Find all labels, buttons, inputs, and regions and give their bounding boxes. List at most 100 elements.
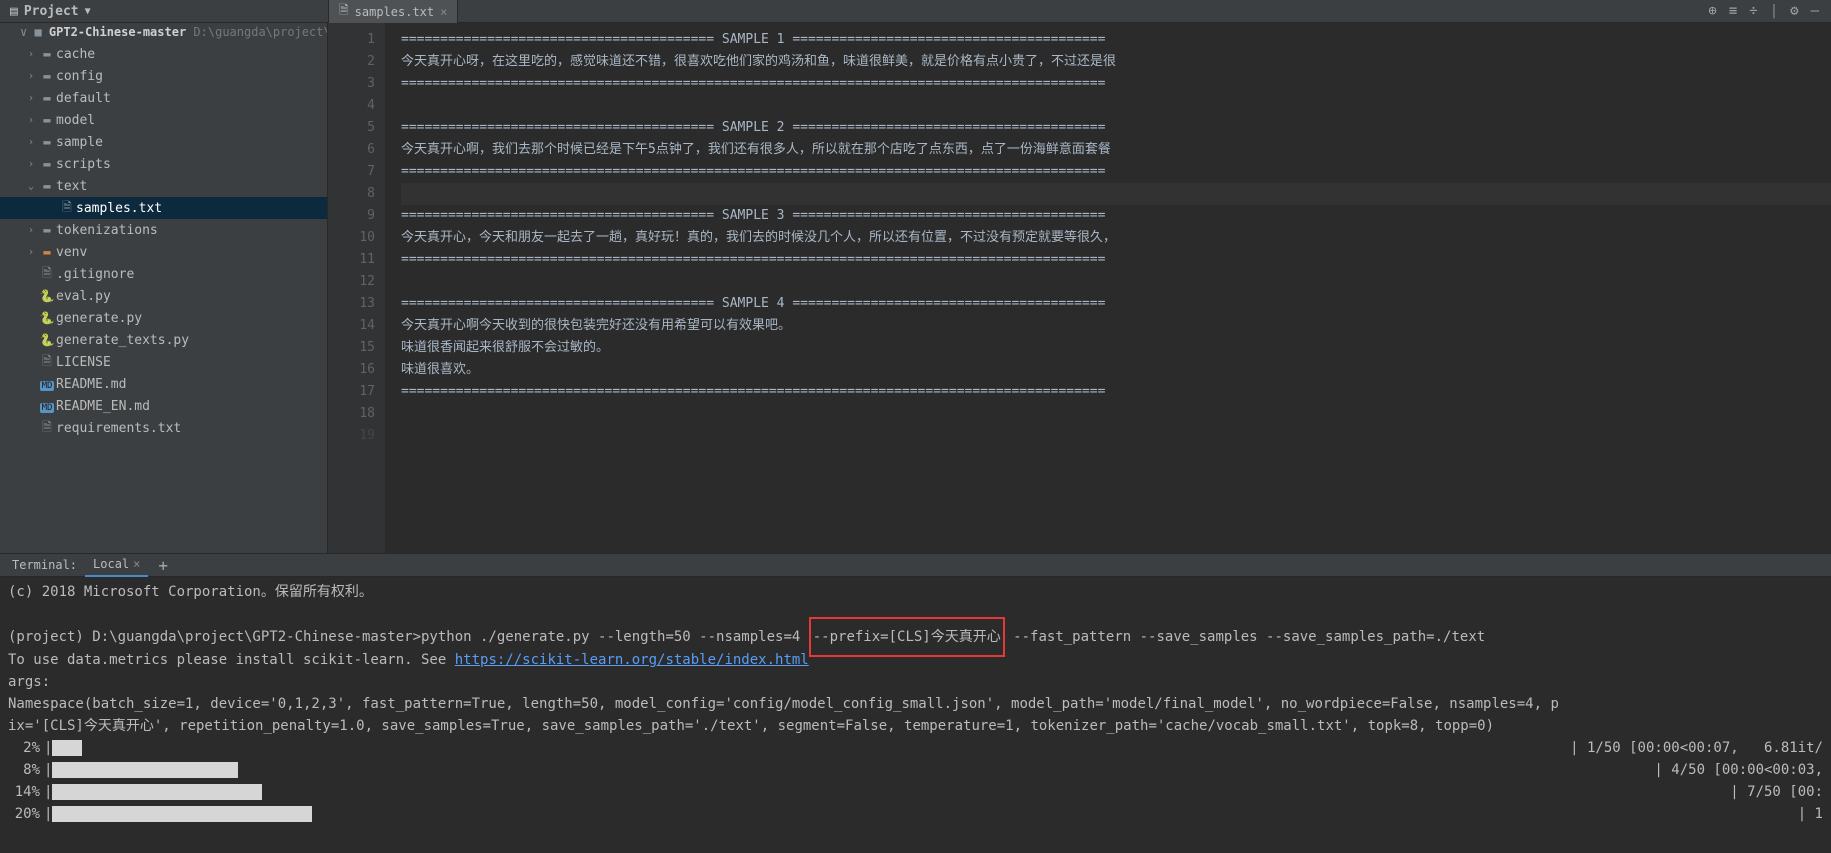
tree-item[interactable]: 🗎LICENSE (0, 351, 327, 373)
tree-item[interactable]: ›▬sample (0, 131, 327, 153)
markdown-file-icon: MD (38, 399, 56, 413)
tree-item[interactable]: 🗎requirements.txt (0, 417, 327, 439)
project-path: D:\guangda\project\G (193, 25, 328, 39)
file-icon: 🗎 (58, 198, 76, 219)
folder-icon: ▬ (38, 91, 56, 105)
tab-label: samples.txt (355, 5, 434, 19)
progress-line: 8%|| 4/50 [00:00<00:03, (8, 759, 1823, 781)
tree-item-label: .gitignore (56, 267, 134, 282)
code-line (401, 271, 1831, 293)
terminal-line: (project) D:\guangda\project\GPT2-Chines… (8, 625, 1823, 649)
tree-item[interactable]: MDREADME.md (0, 373, 327, 395)
tree-item-label: generate_texts.py (56, 333, 189, 348)
project-toolbar: ⊕ ≡ ÷ | ⚙ — (1708, 3, 1831, 19)
file-icon: 🗎 (38, 418, 56, 439)
tree-item-label: README.md (56, 377, 126, 392)
progress-right: | 1 (1798, 803, 1823, 825)
progress-line: 14%|| 7/50 [00: (8, 781, 1823, 803)
tree-item[interactable]: ›▬cache (0, 43, 327, 65)
progress-line: 20%|| 1 (8, 803, 1823, 825)
tree-arrow-icon: › (24, 247, 38, 258)
tree-item-label: samples.txt (76, 201, 162, 216)
tree-arrow-icon: › (24, 71, 38, 82)
tree-item-label: scripts (56, 157, 111, 172)
tree-item[interactable]: ›▬default (0, 87, 327, 109)
tree-item[interactable]: ›▬tokenizations (0, 219, 327, 241)
folder-icon: ▬ (38, 47, 56, 61)
project-tool-label[interactable]: ▤ Project ▼ (0, 4, 91, 19)
tree-item[interactable]: ›▬model (0, 109, 327, 131)
tree-item[interactable]: MDREADME_EN.md (0, 395, 327, 417)
markdown-file-icon: MD (38, 377, 56, 391)
tree-item[interactable]: ›▬config (0, 65, 327, 87)
expand-icon[interactable]: ≡ (1729, 3, 1737, 19)
code-line: ========================================… (401, 161, 1831, 183)
target-icon[interactable]: ⊕ (1708, 3, 1716, 19)
code-line: ========================================… (401, 29, 1831, 51)
terminal-line: (c) 2018 Microsoft Corporation。保留所有权利。 (8, 581, 1823, 603)
tree-item-label: sample (56, 135, 103, 150)
tree-item[interactable]: 🗎.gitignore (0, 263, 327, 285)
progress-right: | 7/50 [00: (1730, 781, 1823, 803)
editor-gutter: 12345678910111213141516171819 (329, 23, 385, 553)
python-file-icon: 🐍 (38, 333, 56, 347)
project-sidebar: ∨ ■ GPT2-Chinese-master D:\guangda\proje… (0, 23, 328, 553)
folder-icon: ■ (34, 25, 48, 39)
add-terminal-button[interactable]: + (148, 556, 178, 575)
chevron-down-icon: ▼ (85, 6, 91, 17)
file-icon: 🗎 (38, 352, 56, 373)
main-row: ∨ ■ GPT2-Chinese-master D:\guangda\proje… (0, 23, 1831, 553)
tree-item[interactable]: 🐍generate.py (0, 307, 327, 329)
breadcrumb[interactable]: ∨ ■ GPT2-Chinese-master D:\guangda\proje… (0, 23, 327, 41)
gear-icon[interactable]: ⚙ (1790, 3, 1798, 19)
code-line (401, 403, 1831, 425)
code-line: ========================================… (401, 117, 1831, 139)
minimize-icon[interactable]: — (1811, 3, 1819, 19)
terminal-tab-local[interactable]: Local × (85, 553, 148, 577)
terminal-tab-label: Local (93, 557, 129, 571)
highlighted-argument: --prefix=[CLS]今天真开心 (809, 617, 1005, 657)
tree-item-label: text (56, 179, 87, 194)
code-line: ========================================… (401, 205, 1831, 227)
terminal-label: Terminal: (4, 558, 85, 572)
project-name: GPT2-Chinese-master (49, 25, 186, 39)
editor-code[interactable]: ========================================… (385, 23, 1831, 553)
project-label-text: Project (24, 4, 79, 19)
code-line (401, 95, 1831, 117)
tree-arrow-icon: › (24, 159, 38, 170)
project-tree[interactable]: ›▬cache›▬config›▬default›▬model›▬sample›… (0, 41, 327, 439)
top-bar: ▤ Project ▼ ⊕ ≡ ÷ | ⚙ — 🗎 samples.txt × (0, 0, 1831, 23)
tree-item[interactable]: 🗎samples.txt (0, 197, 327, 219)
code-line: 今天真开心，今天和朋友一起去了一趟，真好玩！真的，我们去的时候没几个人，所以还有… (401, 227, 1831, 249)
tree-item[interactable]: ⌄▬text (0, 175, 327, 197)
folder-icon: ▬ (38, 245, 56, 259)
scikit-learn-link[interactable]: https://scikit-learn.org/stable/index.ht… (455, 652, 809, 668)
tree-item-label: tokenizations (56, 223, 158, 238)
folder-icon: ▬ (38, 157, 56, 171)
tree-item[interactable]: 🐍generate_texts.py (0, 329, 327, 351)
tree-item-label: model (56, 113, 95, 128)
file-icon: 🗎 (339, 1, 349, 22)
tree-item-label: generate.py (56, 311, 142, 326)
code-line: ========================================… (401, 293, 1831, 315)
terminal-line: args: (8, 671, 1823, 693)
tree-item[interactable]: ›▬venv (0, 241, 327, 263)
tree-item[interactable]: 🐍eval.py (0, 285, 327, 307)
code-line: 今天真开心啊今天收到的很快包装完好还没有用希望可以有效果吧。 (401, 315, 1831, 337)
collapse-icon[interactable]: ÷ (1749, 3, 1757, 19)
tree-item-label: README_EN.md (56, 399, 150, 414)
code-line: 味道很香闻起来很舒服不会过敏的。 (401, 337, 1831, 359)
close-icon[interactable]: × (440, 5, 447, 19)
terminal[interactable]: (c) 2018 Microsoft Corporation。保留所有权利。 (… (0, 577, 1831, 853)
progress-right: | 1/50 [00:00<00:07, 6.81it/ (1570, 737, 1823, 759)
tree-arrow-icon: › (24, 115, 38, 126)
file-icon: 🗎 (38, 264, 56, 285)
folder-icon: ▤ (10, 4, 18, 19)
tree-arrow-icon: › (24, 49, 38, 60)
code-line: 今天真开心呀，在这里吃的，感觉味道还不错，很喜欢吃他们家的鸡汤和鱼，味道很鲜美，… (401, 51, 1831, 73)
close-icon[interactable]: × (133, 557, 140, 571)
tree-item-label: LICENSE (56, 355, 111, 370)
editor-tabs: 🗎 samples.txt × (328, 0, 458, 23)
tree-item[interactable]: ›▬scripts (0, 153, 327, 175)
tab-samples-txt[interactable]: 🗎 samples.txt × (329, 0, 458, 23)
